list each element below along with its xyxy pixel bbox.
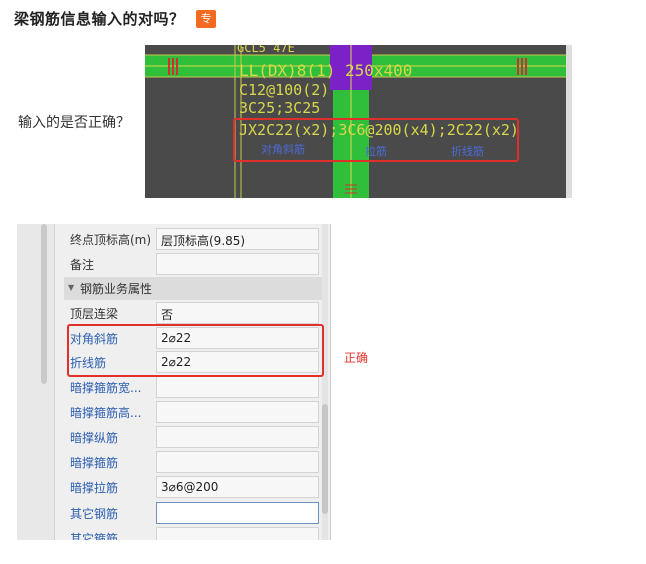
prop-value-input[interactable] [156,376,319,398]
panel-vertical-scrollbar-thumb[interactable] [322,404,328,514]
prop-row-other-stirrup: 其它箍筋 [64,527,322,540]
panel-highlight-box [67,324,324,377]
prop-row-hidden-brace-stirrup-height: 暗撑箍筋高... [64,401,322,424]
panel-left-scrollbar[interactable] [41,224,47,384]
prop-row-hidden-brace-tie: 暗撑拉筋 3⌀6@200 [64,476,322,499]
collapse-caret-icon[interactable]: ▼ [68,283,74,292]
prop-key: 其它钢筋 [70,507,119,521]
cad-stirrup-label: C12@100(2) [239,81,330,99]
prop-value-input[interactable] [156,253,319,275]
prop-row-hidden-brace-stirrup: 暗撑箍筋 [64,451,322,474]
prop-value-input[interactable] [156,401,319,423]
question-prompt: 输入的是否正确？ [18,115,130,131]
cad-text-top: GCL5 47E [237,45,295,55]
prop-value-input[interactable]: 否 [156,302,319,324]
prop-group-rebar-business[interactable]: ▼ 钢筋业务属性 [64,277,322,300]
prop-key: 暗撑箍筋 [70,456,119,470]
cad-longitudinal-label: 3C25;3C25 [239,99,321,117]
prop-key: 终点顶标高(m) [70,233,152,247]
prop-row-hidden-brace-longitudinal: 暗撑纵筋 [64,426,322,449]
prop-row-top-coupling-beam: 顶层连梁 否 [64,302,322,325]
prop-row-other-rebar: 其它钢筋 [64,502,322,525]
prop-value-input[interactable] [156,502,319,524]
expert-badge[interactable]: 专 [196,10,216,28]
prop-key: 暗撑箍筋高... [70,406,142,420]
prop-key: 暗撑拉筋 [70,481,119,495]
prop-row-hidden-brace-stirrup-width: 暗撑箍筋宽... [64,376,322,399]
question-title: 梁钢筋信息输入的对吗？ [14,10,185,28]
panel-left-strip [17,224,55,540]
prop-key: 暗撑纵筋 [70,431,119,445]
correct-annotation: 正确 [344,351,369,365]
prop-key: 其它箍筋 [70,532,119,540]
prop-value-input[interactable]: 3⌀6@200 [156,476,319,498]
prop-value-input[interactable] [156,451,319,473]
cad-side-strip [566,45,572,198]
prop-group-label: 钢筋业务属性 [80,282,153,296]
prop-row-end-elevation: 终点顶标高(m) 层顶标高(9.85) [64,228,322,251]
prop-row-remark: 备注 [64,253,322,276]
cad-highlight-box [233,118,519,162]
cad-beam-label: LL(DX)8(1) 250x400 [239,61,413,80]
prop-value-input[interactable] [156,527,319,540]
prop-key: 备注 [70,258,95,272]
property-panel: 终点顶标高(m) 层顶标高(9.85) 备注 ▼ 钢筋业务属性 顶层连梁 否 对… [17,224,331,540]
prop-key: 暗撑箍筋宽... [70,381,142,395]
prop-value-input[interactable]: 层顶标高(9.85) [156,228,319,250]
prop-value-input[interactable] [156,426,319,448]
prop-key: 顶层连梁 [70,307,119,321]
